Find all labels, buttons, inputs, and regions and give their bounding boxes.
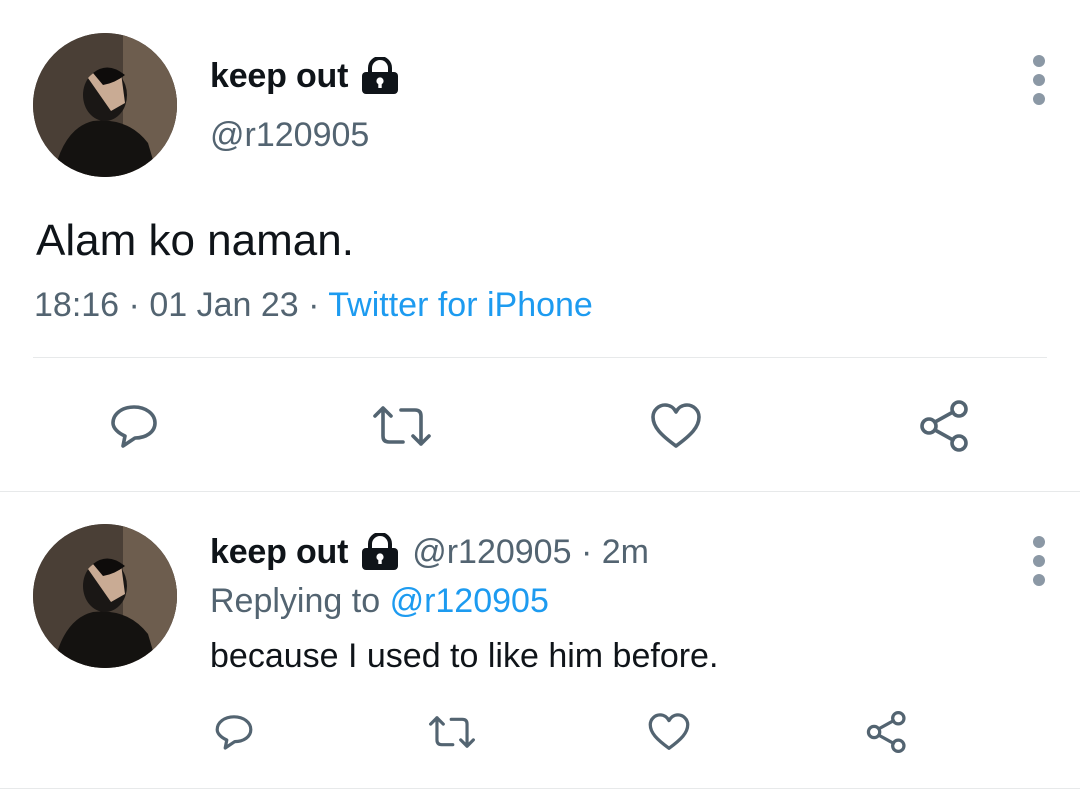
tweet-source-link[interactable]: Twitter for iPhone	[328, 286, 593, 324]
retweet-button[interactable]	[426, 710, 478, 754]
tweet-text: Alam ko naman.	[36, 216, 354, 265]
author-name[interactable]: keep out	[210, 57, 348, 96]
share-button[interactable]	[918, 398, 972, 454]
meta-separator: ·	[298, 286, 329, 324]
tweet-meta: 18:16 · 01 Jan 23 · Twitter for iPhone	[34, 286, 593, 325]
reply-avatar[interactable]	[33, 524, 177, 668]
lock-icon	[362, 57, 399, 94]
avatar[interactable]	[33, 33, 177, 177]
share-icon	[920, 400, 968, 452]
heart-icon	[651, 403, 701, 448]
lock-icon	[362, 533, 399, 570]
meta-separator: ·	[571, 532, 602, 571]
reply-icon	[111, 405, 157, 448]
divider	[0, 788, 1080, 789]
like-button[interactable]	[646, 710, 692, 754]
replying-to-label: Replying to	[210, 582, 381, 620]
replying-to-handle-link[interactable]: @r120905	[390, 582, 549, 620]
more-icon[interactable]	[1031, 536, 1047, 586]
author-handle[interactable]: @r120905	[210, 116, 369, 155]
divider	[0, 491, 1080, 492]
reply-text: because I used to like him before.	[210, 637, 719, 675]
tweet-date: 01 Jan 23	[149, 286, 299, 324]
like-button[interactable]	[648, 400, 704, 452]
reply-button[interactable]	[108, 400, 160, 452]
reply-icon	[215, 715, 253, 750]
meta-separator: ·	[119, 286, 150, 324]
divider	[33, 357, 1047, 358]
share-button[interactable]	[864, 708, 910, 756]
share-icon	[866, 711, 906, 753]
reply-age: 2m	[601, 532, 649, 571]
replying-to: Replying to @r120905	[210, 582, 549, 621]
reply-button[interactable]	[212, 710, 256, 754]
reply-author-handle[interactable]: @r120905	[412, 533, 571, 571]
tweet-time: 18:16	[34, 286, 120, 324]
reply-author-name[interactable]: keep out	[210, 533, 348, 572]
retweet-icon	[373, 406, 431, 446]
retweet-button[interactable]	[370, 400, 434, 452]
retweet-icon	[429, 716, 475, 748]
more-icon[interactable]	[1031, 55, 1047, 105]
heart-icon	[648, 713, 690, 750]
